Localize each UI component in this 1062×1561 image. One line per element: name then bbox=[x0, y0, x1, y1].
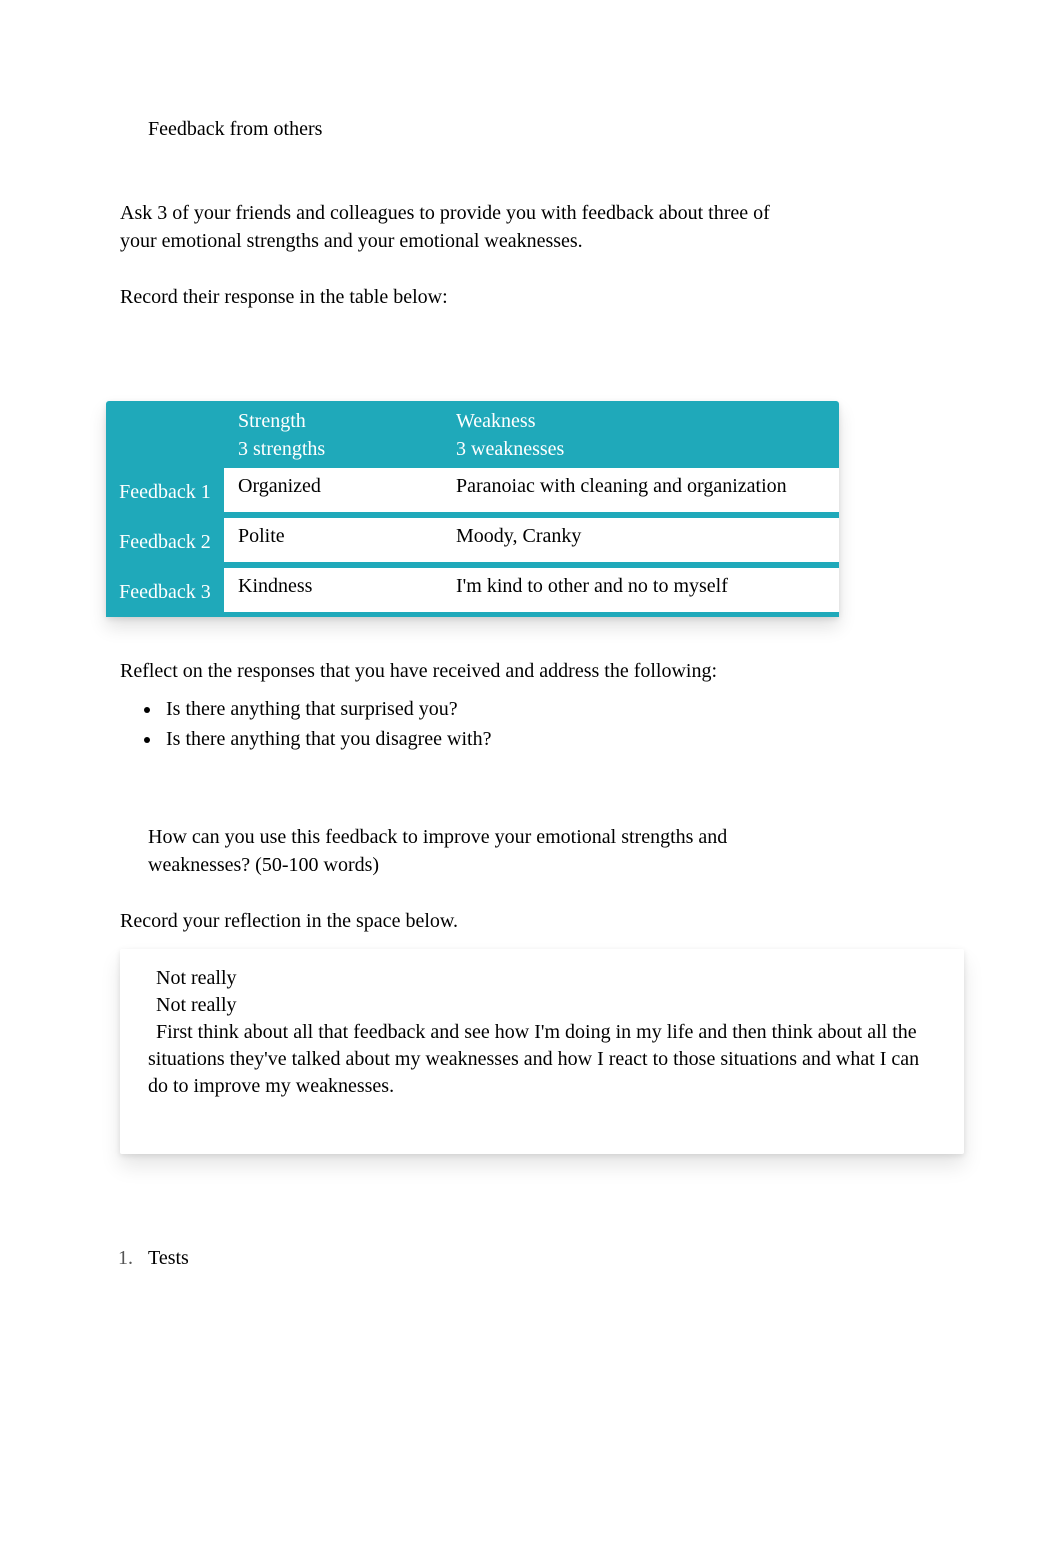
table-row-label: Feedback 1 bbox=[106, 467, 224, 517]
table-cell-weakness: Moody, Cranky bbox=[442, 517, 839, 567]
table-row-label: Feedback 2 bbox=[106, 517, 224, 567]
ordered-list: Tests bbox=[138, 1244, 942, 1272]
table-subheader-strength: 3 strengths bbox=[224, 435, 442, 467]
improve-prompt: How can you use this feedback to improve… bbox=[148, 823, 788, 879]
list-item: Is there anything that surprised you? bbox=[162, 695, 942, 723]
feedback-table: Strength Weakness 3 strengths 3 weakness… bbox=[106, 401, 839, 617]
table-cell-strength: Polite bbox=[224, 517, 442, 567]
reflection-body: First think about all that feedback and … bbox=[148, 1019, 936, 1100]
section-title: Feedback from others bbox=[148, 115, 942, 143]
table-header-strength: Strength bbox=[224, 401, 442, 435]
table-row: Feedback 1 Organized Paranoiac with clea… bbox=[106, 467, 839, 517]
list-item-label: Tests bbox=[148, 1247, 189, 1269]
list-item: Tests bbox=[138, 1244, 942, 1272]
intro-paragraph: Ask 3 of your friends and colleagues to … bbox=[120, 199, 800, 255]
reflection-line-1: Not really bbox=[156, 965, 936, 992]
record-prompt: Record their response in the table below… bbox=[120, 283, 942, 311]
table-subheader-row: 3 strengths 3 weaknesses bbox=[106, 435, 839, 467]
table-row-label: Feedback 3 bbox=[106, 567, 224, 617]
table-cell-weakness: I'm kind to other and no to myself bbox=[442, 567, 839, 617]
table-row: Feedback 3 Kindness I'm kind to other an… bbox=[106, 567, 839, 617]
table-cell-weakness: Paranoiac with cleaning and organization bbox=[442, 467, 839, 517]
reflect-intro: Reflect on the responses that you have r… bbox=[120, 657, 942, 685]
table-subheader-weakness: 3 weaknesses bbox=[442, 435, 839, 467]
table-cell-strength: Kindness bbox=[224, 567, 442, 617]
record-reflection-prompt: Record your reflection in the space belo… bbox=[120, 907, 942, 935]
table-header-row: Strength Weakness bbox=[106, 401, 839, 435]
table-cell-strength: Organized bbox=[224, 467, 442, 517]
table-header-weakness: Weakness bbox=[442, 401, 839, 435]
reflect-bullets: Is there anything that surprised you? Is… bbox=[162, 695, 942, 753]
reflection-box: Not really Not really First think about … bbox=[120, 949, 964, 1154]
table-row: Feedback 2 Polite Moody, Cranky bbox=[106, 517, 839, 567]
reflection-line-2: Not really bbox=[156, 992, 936, 1019]
list-item: Is there anything that you disagree with… bbox=[162, 725, 942, 753]
